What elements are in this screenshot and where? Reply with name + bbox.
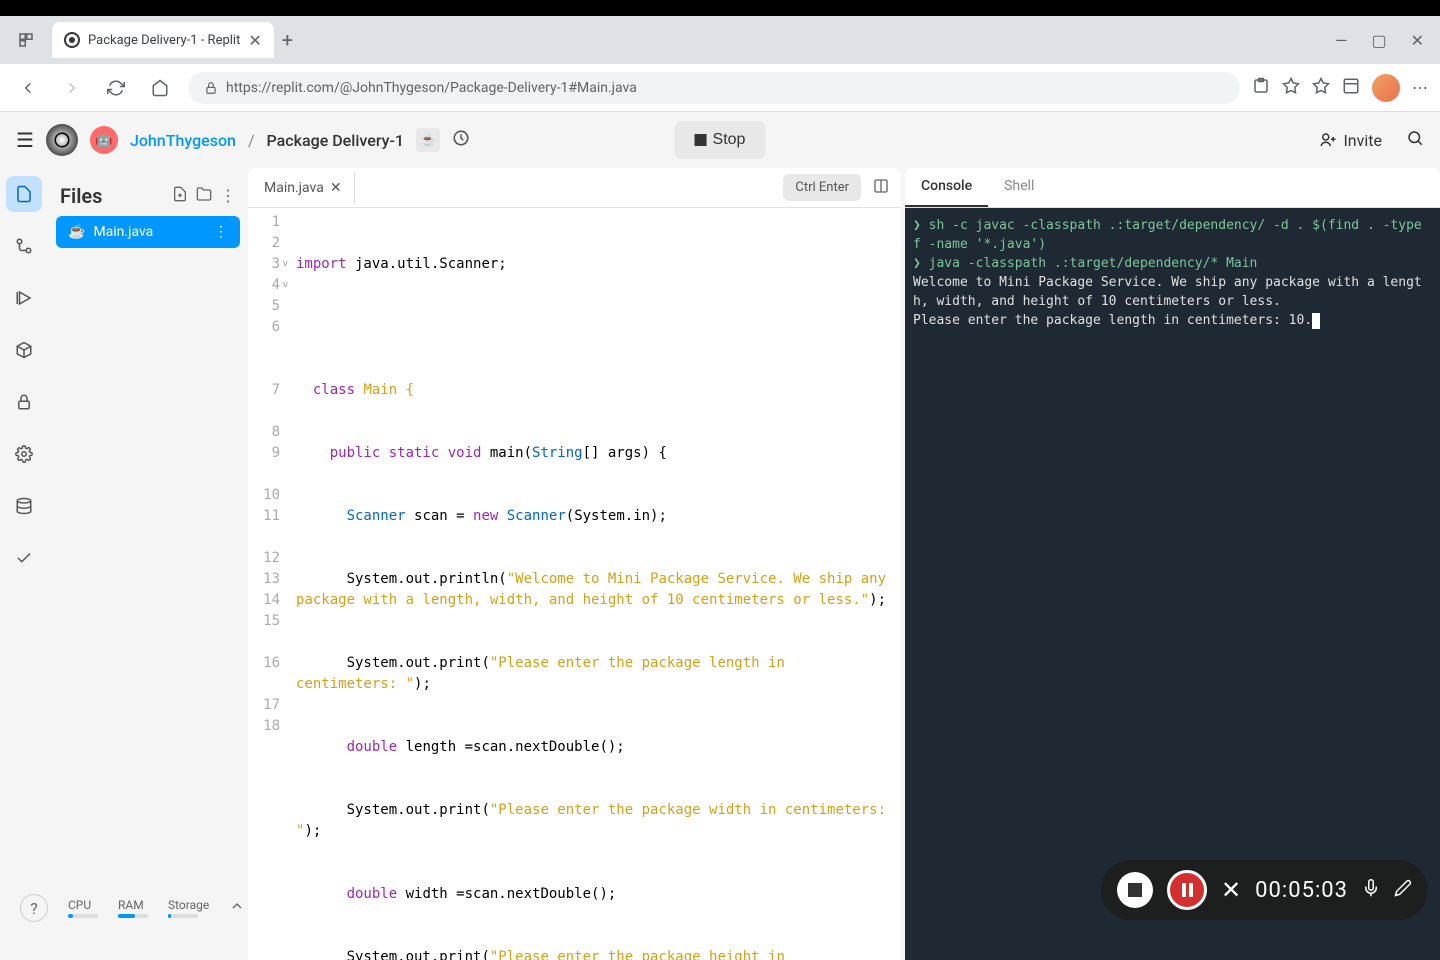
invite-label: Invite xyxy=(1343,131,1382,150)
url-bar[interactable]: https://replit.com/@JohnThygeson/Package… xyxy=(188,72,1240,104)
editor-panel: Main.java ✕ Ctrl Enter 1 2 3 4 5 6 7 8 9… xyxy=(248,168,901,960)
storage-meter xyxy=(168,914,198,918)
extension-icon[interactable] xyxy=(1252,77,1270,99)
cpu-label: CPU xyxy=(68,898,98,912)
files-menu-icon[interactable]: ⋮ xyxy=(220,186,236,206)
minimize-icon[interactable]: — xyxy=(1335,31,1348,50)
recorder-pause-button[interactable] xyxy=(1167,870,1207,910)
editor-tab-close-icon[interactable]: ✕ xyxy=(330,180,342,196)
new-file-icon[interactable] xyxy=(172,186,188,206)
username-link[interactable]: JohnThygeson xyxy=(130,131,236,150)
help-icon[interactable]: ? xyxy=(20,894,48,922)
invite-button[interactable]: Invite xyxy=(1319,131,1382,150)
tab-shell[interactable]: Shell xyxy=(988,168,1050,207)
tab-title: Package Delivery-1 - Replit xyxy=(88,33,240,48)
recorder-stop-button[interactable] xyxy=(1117,872,1153,908)
new-folder-icon[interactable] xyxy=(196,186,212,206)
java-file-icon: ☕ xyxy=(68,224,85,240)
sidebar-tests-icon[interactable] xyxy=(6,540,42,576)
editor-tab[interactable]: Main.java ✕ xyxy=(252,172,355,204)
sidebar-vcs-icon[interactable] xyxy=(6,228,42,264)
home-button[interactable] xyxy=(144,72,176,104)
ram-label: RAM xyxy=(118,898,148,912)
screen-recorder: ✕ 00:05:03 xyxy=(1101,860,1428,920)
sidebar-debug-icon[interactable] xyxy=(6,280,42,316)
back-button[interactable] xyxy=(12,72,44,104)
cpu-meter xyxy=(68,914,98,918)
person-add-icon xyxy=(1319,131,1337,149)
lock-icon xyxy=(204,81,218,95)
sidebar-settings-icon[interactable] xyxy=(6,436,42,472)
user-avatar[interactable]: 🤖 xyxy=(90,126,118,154)
hamburger-icon[interactable]: ☰ xyxy=(16,128,34,152)
replit-logo-icon[interactable] xyxy=(46,124,78,156)
favicon-icon xyxy=(64,32,80,48)
file-item-menu-icon[interactable]: ⋮ xyxy=(214,224,228,240)
microphone-icon[interactable] xyxy=(1362,879,1380,901)
code-editor[interactable]: 1 2 3 4 5 6 7 8 9 10 11 12 13 14 15 16 1… xyxy=(248,208,901,960)
recorder-time: 00:05:03 xyxy=(1255,878,1348,903)
ram-meter xyxy=(118,914,148,918)
files-title: Files xyxy=(60,184,102,208)
history-icon[interactable] xyxy=(452,129,470,151)
file-item[interactable]: ☕ Main.java ⋮ xyxy=(56,216,240,248)
replit-header: ☰ 🤖 JohnThygeson / Package Delivery-1 ☕ … xyxy=(0,112,1440,168)
browser-tab[interactable]: Package Delivery-1 - Replit ✕ xyxy=(52,22,274,58)
storage-label: Storage xyxy=(168,898,209,912)
favorites-icon[interactable] xyxy=(1282,77,1300,99)
edit-icon[interactable] xyxy=(1394,879,1412,901)
pause-icon xyxy=(1182,883,1193,897)
console-cursor xyxy=(1312,313,1320,329)
code-content[interactable]: import java.util.Scanner; class Main { p… xyxy=(288,208,901,960)
language-badge-icon: ☕ xyxy=(416,128,440,152)
project-name[interactable]: Package Delivery-1 xyxy=(267,131,404,150)
file-name: Main.java xyxy=(93,224,153,240)
layout-icon[interactable] xyxy=(873,178,889,198)
tab-console[interactable]: Console xyxy=(905,168,988,207)
editor-tab-label: Main.java xyxy=(264,180,324,196)
sidebar-packages-icon[interactable] xyxy=(6,332,42,368)
tab-close-icon[interactable]: ✕ xyxy=(248,31,261,50)
reading-list-icon[interactable] xyxy=(1312,77,1330,99)
browser-menu-icon[interactable]: ⋯ xyxy=(1412,78,1428,97)
close-window-icon[interactable]: ✕ xyxy=(1411,31,1424,50)
sidebar-files-icon[interactable] xyxy=(6,176,42,212)
console-panel: Console Shell ❯ sh -c javac -classpath .… xyxy=(905,168,1440,960)
expand-stats-icon[interactable] xyxy=(229,898,245,918)
stop-label: Stop xyxy=(713,131,746,149)
maximize-icon[interactable]: ▢ xyxy=(1371,31,1386,50)
sidebar-database-icon[interactable] xyxy=(6,488,42,524)
stop-icon xyxy=(695,134,707,146)
new-tab-button[interactable]: + xyxy=(282,28,293,52)
line-gutter: 1 2 3 4 5 6 7 8 9 10 11 12 13 14 15 16 1… xyxy=(248,208,288,960)
files-panel: Files ⋮ ☕ Main.java ⋮ xyxy=(48,168,248,960)
url-text: https://replit.com/@JohnThygeson/Package… xyxy=(226,80,637,96)
ctrl-enter-hint: Ctrl Enter xyxy=(783,174,861,201)
search-icon[interactable] xyxy=(1406,129,1424,151)
collections-icon[interactable] xyxy=(1342,77,1360,99)
forward-button[interactable] xyxy=(56,72,88,104)
tab-list-icon[interactable] xyxy=(8,22,44,58)
browser-toolbar: https://replit.com/@JohnThygeson/Package… xyxy=(0,64,1440,112)
recorder-close-icon[interactable]: ✕ xyxy=(1221,876,1241,904)
stop-square-icon xyxy=(1128,883,1142,897)
breadcrumb-separator: / xyxy=(248,131,255,150)
browser-tab-bar: Package Delivery-1 - Replit ✕ + — ▢ ✕ xyxy=(0,16,1440,64)
sidebar xyxy=(0,168,48,960)
console-output[interactable]: ❯ sh -c javac -classpath .:target/depend… xyxy=(905,208,1440,960)
reload-button[interactable] xyxy=(100,72,132,104)
stop-button[interactable]: Stop xyxy=(675,121,766,159)
profile-avatar[interactable] xyxy=(1372,74,1400,102)
sidebar-secrets-icon[interactable] xyxy=(6,384,42,420)
